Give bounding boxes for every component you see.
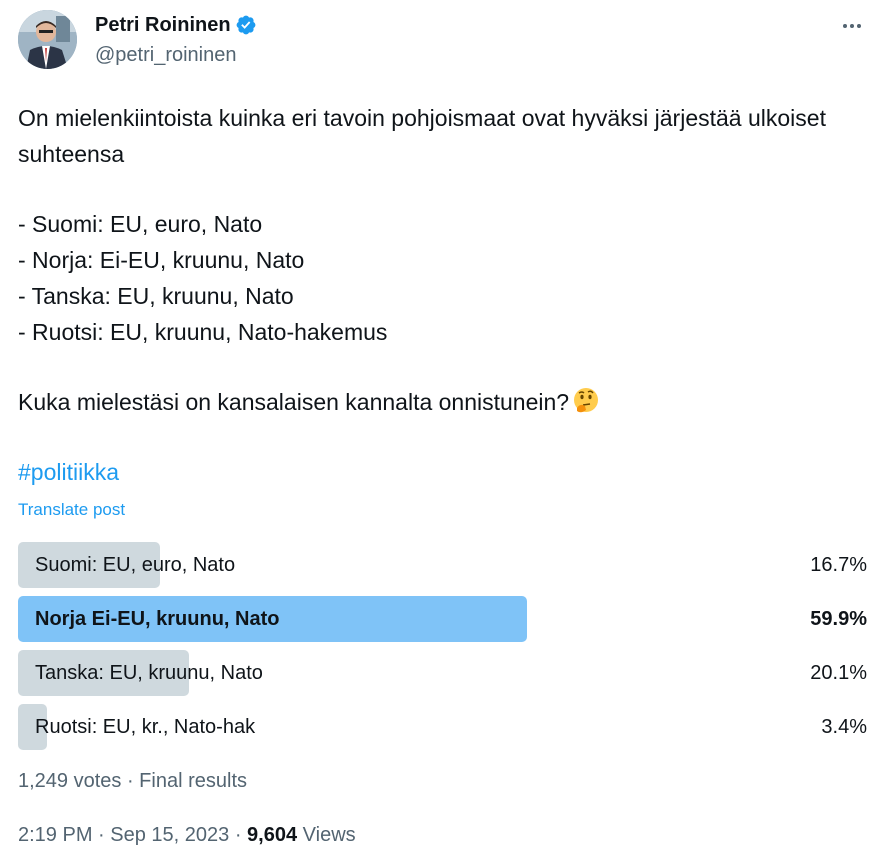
poll-option-label: Suomi: EU, euro, Nato bbox=[35, 554, 236, 576]
translate-post-link[interactable]: Translate post bbox=[18, 500, 125, 520]
poll-option-label: Tanska: EU, kruunu, Nato bbox=[35, 662, 263, 684]
poll-option-winner: Norja Ei-EU, kruunu, Nato 59.9% bbox=[18, 596, 867, 642]
avatar-image bbox=[18, 10, 77, 69]
hashtag-link[interactable]: #politiikka bbox=[18, 459, 119, 486]
avatar[interactable] bbox=[18, 10, 77, 69]
post-meta: 2:19 PM · Sep 15, 2023 · 9,604 Views bbox=[18, 824, 356, 847]
thinking-face-icon bbox=[571, 386, 601, 416]
author-display-name[interactable]: Petri Roininen bbox=[95, 14, 231, 37]
author-handle[interactable]: @petri_roininen bbox=[95, 44, 237, 67]
poll-option-percent: 59.9% bbox=[810, 608, 867, 630]
post-line: - Suomi: EU, euro, Nato bbox=[18, 211, 263, 237]
poll-option: Ruotsi: EU, kr., Nato-hak 3.4% bbox=[18, 704, 867, 750]
views-label: Views bbox=[297, 824, 356, 846]
poll-option-percent: 16.7% bbox=[810, 554, 867, 576]
poll-footer: 1,249 votes · Final results bbox=[18, 770, 247, 792]
tweet: Petri Roininen @petri_roininen On mielen… bbox=[0, 0, 883, 856]
post-question-line: Kuka mielestäsi on kansalaisen kannalta … bbox=[18, 384, 868, 420]
post-question: Kuka mielestäsi on kansalaisen kannalta … bbox=[18, 389, 570, 415]
post-time[interactable]: 2:19 PM bbox=[18, 824, 92, 846]
poll-option: Suomi: EU, euro, Nato 16.7% bbox=[18, 542, 867, 588]
views-count: 9,604 bbox=[247, 824, 298, 846]
post-line: - Norja: Ei-EU, kruunu, Nato bbox=[18, 247, 305, 273]
poll-option-label: Norja Ei-EU, kruunu, Nato bbox=[35, 608, 280, 630]
author-name-row[interactable]: Petri Roininen bbox=[95, 12, 257, 38]
poll-option: Tanska: EU, kruunu, Nato 20.1% bbox=[18, 650, 867, 696]
separator: · bbox=[92, 824, 111, 846]
post-date[interactable]: Sep 15, 2023 bbox=[110, 824, 229, 846]
separator: · bbox=[229, 824, 248, 846]
poll-option-label: Ruotsi: EU, kr., Nato-hak bbox=[35, 716, 256, 738]
verified-badge-icon[interactable] bbox=[235, 14, 257, 36]
post-line: - Ruotsi: EU, kruunu, Nato-hakemus bbox=[18, 319, 388, 345]
post-intro: On mielenkiintoista kuinka eri tavoin po… bbox=[18, 105, 826, 167]
post-text: On mielenkiintoista kuinka eri tavoin po… bbox=[18, 100, 868, 420]
poll-option-percent: 3.4% bbox=[821, 716, 867, 738]
poll-option-percent: 20.1% bbox=[810, 662, 867, 684]
post-line: - Tanska: EU, kruunu, Nato bbox=[18, 283, 294, 309]
more-options-icon[interactable] bbox=[836, 10, 868, 42]
